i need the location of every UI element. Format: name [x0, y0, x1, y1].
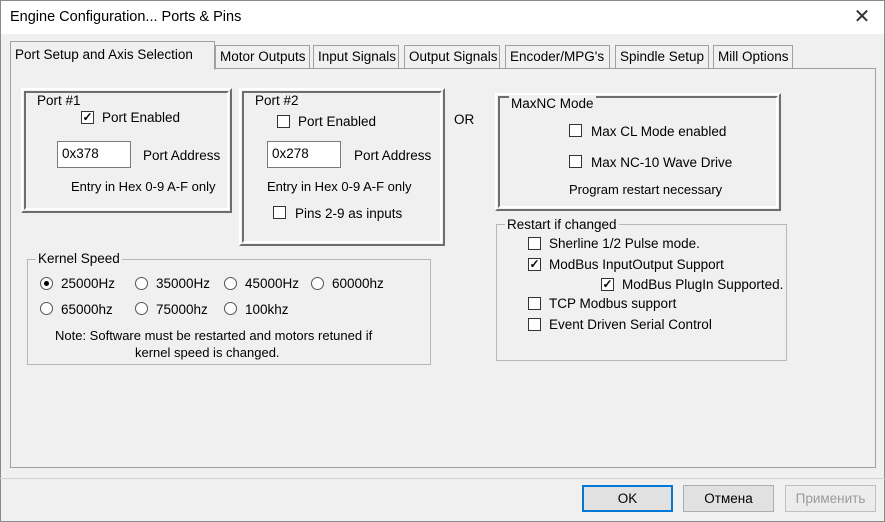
port2-enabled-checkbox[interactable]: [277, 115, 290, 128]
tab-label: Encoder/MPG's: [510, 49, 605, 64]
or-label: OR: [454, 112, 475, 127]
maxnc-cl-label: Max CL Mode enabled: [591, 124, 727, 139]
radio-75000hz-label: 75000hz: [156, 302, 208, 317]
restart-tcp-modbus-label: TCP Modbus support: [549, 296, 677, 311]
restart-serial-label: Event Driven Serial Control: [549, 317, 712, 332]
port1-title: Port #1: [35, 93, 83, 108]
radio-45000hz-label: 45000Hz: [245, 276, 300, 291]
port2-address-label: Port Address: [354, 148, 432, 163]
tab-label: Spindle Setup: [620, 49, 705, 64]
maxnc-cl-checkbox[interactable]: [569, 124, 582, 137]
restart-modbus-plugin-label: ModBus PlugIn Supported.: [622, 277, 784, 292]
kernel-note-line1: Note: Software must be restarted and mot…: [55, 328, 373, 343]
radio-25000hz-label: 25000Hz: [61, 276, 116, 291]
close-icon[interactable]: ✕: [852, 7, 872, 27]
title-bar: Engine Configuration... Ports & Pins ✕: [0, 0, 885, 34]
radio-60000hz-label: 60000hz: [332, 276, 384, 291]
restart-modbus-io-checkbox[interactable]: ✓: [528, 258, 541, 271]
port2-pins-checkbox[interactable]: [273, 206, 286, 219]
restart-sherline-label: Sherline 1/2 Pulse mode.: [549, 236, 700, 251]
maxnc-wave-label: Max NC-10 Wave Drive: [591, 155, 733, 170]
tab-port-setup[interactable]: Port Setup and Axis Selection: [10, 41, 215, 70]
radio-35000hz[interactable]: [135, 277, 148, 290]
radio-100khz-label: 100khz: [245, 302, 289, 317]
radio-65000hz[interactable]: [40, 302, 53, 315]
port1-hint: Entry in Hex 0-9 A-F only: [71, 179, 216, 194]
tab-label: Input Signals: [318, 49, 397, 64]
checkmark-icon: ✓: [602, 277, 613, 291]
restart-serial-checkbox[interactable]: [528, 318, 541, 331]
radio-45000hz[interactable]: [224, 277, 237, 290]
tab-spindle-setup[interactable]: Spindle Setup: [615, 45, 709, 68]
apply-button[interactable]: Применить: [785, 485, 876, 512]
radio-100khz[interactable]: [224, 302, 237, 315]
cancel-button[interactable]: Отмена: [683, 485, 774, 512]
restart-tcp-modbus-checkbox[interactable]: [528, 297, 541, 310]
port1-address-input[interactable]: 0x378: [57, 141, 131, 168]
tab-output-signals[interactable]: Output Signals: [404, 45, 500, 68]
kernel-title: Kernel Speed: [36, 251, 122, 266]
port2-enabled-label: Port Enabled: [298, 114, 377, 129]
tab-label: Output Signals: [409, 49, 498, 64]
tab-label: Motor Outputs: [220, 49, 306, 64]
radio-75000hz[interactable]: [135, 302, 148, 315]
radio-35000hz-label: 35000Hz: [156, 276, 211, 291]
ok-button[interactable]: OK: [582, 485, 673, 512]
port2-hint: Entry in Hex 0-9 A-F only: [267, 179, 412, 194]
port2-title: Port #2: [253, 93, 301, 108]
kernel-note-line2: kernel speed is changed.: [135, 345, 280, 360]
tab-encoder-mpg[interactable]: Encoder/MPG's: [505, 45, 610, 68]
port1-enabled-label: Port Enabled: [102, 110, 181, 125]
restart-modbus-plugin-checkbox[interactable]: ✓: [601, 278, 614, 291]
restart-title: Restart if changed: [505, 217, 619, 232]
port1-address-label: Port Address: [143, 148, 221, 163]
radio-25000hz[interactable]: [40, 277, 53, 290]
port2-pins-label: Pins 2-9 as inputs: [295, 206, 403, 221]
tab-mill-options[interactable]: Mill Options: [713, 45, 793, 68]
maxnc-title: MaxNC Mode: [509, 96, 596, 111]
port1-enabled-checkbox[interactable]: ✓: [81, 111, 94, 124]
tab-label: Port Setup and Axis Selection: [15, 47, 193, 62]
radio-60000hz[interactable]: [311, 277, 324, 290]
maxnc-note: Program restart necessary: [569, 182, 723, 197]
tab-input-signals[interactable]: Input Signals: [313, 45, 399, 68]
maxnc-wave-checkbox[interactable]: [569, 155, 582, 168]
checkmark-icon: ✓: [82, 110, 93, 124]
restart-sherline-checkbox[interactable]: [528, 237, 541, 250]
restart-modbus-io-label: ModBus InputOutput Support: [549, 257, 724, 272]
footer-separator: [0, 478, 885, 479]
checkmark-icon: ✓: [529, 257, 540, 271]
window-title: Engine Configuration... Ports & Pins: [10, 9, 242, 25]
radio-65000hz-label: 65000hz: [61, 302, 113, 317]
tab-label: Mill Options: [718, 49, 789, 64]
tab-motor-outputs[interactable]: Motor Outputs: [215, 45, 310, 68]
port2-address-input[interactable]: 0x278: [267, 141, 341, 168]
